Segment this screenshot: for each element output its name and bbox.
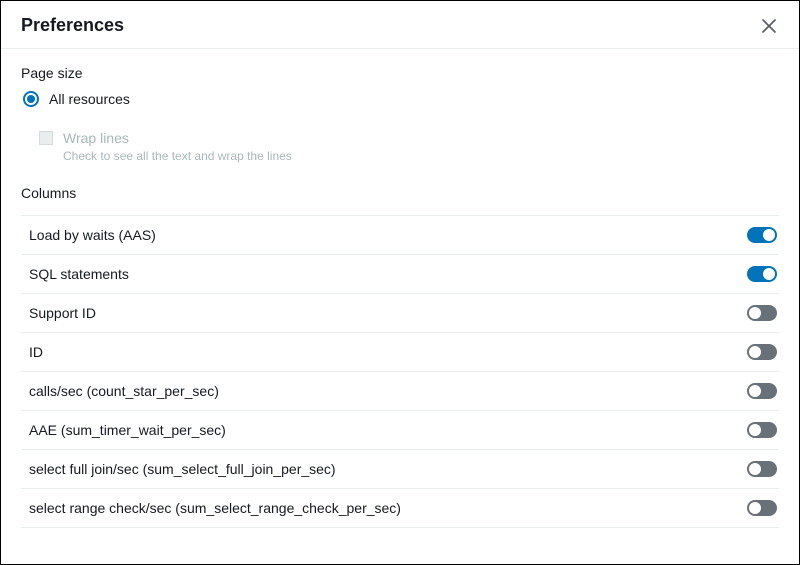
- column-label: ID: [29, 344, 43, 360]
- column-toggle[interactable]: [747, 500, 777, 516]
- page-size-option-all[interactable]: All resources: [23, 91, 779, 107]
- page-size-label: Page size: [21, 65, 779, 81]
- page-size-option-label: All resources: [49, 91, 130, 107]
- preferences-modal: Preferences Page size All resources Wrap…: [0, 0, 800, 565]
- toggle-knob-icon: [763, 268, 775, 280]
- column-label: AAE (sum_timer_wait_per_sec): [29, 422, 226, 438]
- column-row: select full join/sec (sum_select_full_jo…: [21, 450, 779, 489]
- wrap-lines-desc: Check to see all the text and wrap the l…: [63, 149, 292, 163]
- radio-selected-icon: [23, 91, 39, 107]
- toggle-knob-icon: [749, 463, 761, 475]
- toggle-knob-icon: [749, 307, 761, 319]
- wrap-lines-option: Wrap lines Check to see all the text and…: [39, 129, 779, 163]
- column-toggle[interactable]: [747, 305, 777, 321]
- toggle-knob-icon: [763, 229, 775, 241]
- column-row: Load by waits (AAS): [21, 216, 779, 255]
- column-row: SQL statements: [21, 255, 779, 294]
- column-label: calls/sec (count_star_per_sec): [29, 383, 219, 399]
- column-label: SQL statements: [29, 266, 129, 282]
- column-toggle[interactable]: [747, 227, 777, 243]
- column-row: calls/sec (count_star_per_sec): [21, 372, 779, 411]
- modal-header: Preferences: [1, 1, 799, 49]
- column-row: select range check/sec (sum_select_range…: [21, 489, 779, 528]
- column-toggle[interactable]: [747, 344, 777, 360]
- column-label: Support ID: [29, 305, 96, 321]
- column-toggle[interactable]: [747, 461, 777, 477]
- column-row: ID: [21, 333, 779, 372]
- columns-list: Load by waits (AAS) SQL statements Support…: [21, 215, 779, 528]
- column-label: Load by waits (AAS): [29, 227, 156, 243]
- modal-title: Preferences: [21, 15, 124, 36]
- column-row: AAE (sum_timer_wait_per_sec): [21, 411, 779, 450]
- columns-label: Columns: [21, 185, 779, 201]
- close-button[interactable]: [759, 16, 779, 36]
- checkbox-disabled-icon: [39, 131, 53, 145]
- wrap-lines-label: Wrap lines: [63, 129, 292, 147]
- toggle-knob-icon: [749, 346, 761, 358]
- toggle-knob-icon: [749, 424, 761, 436]
- column-toggle[interactable]: [747, 422, 777, 438]
- toggle-knob-icon: [749, 502, 761, 514]
- column-label: select full join/sec (sum_select_full_jo…: [29, 461, 336, 477]
- column-toggle[interactable]: [747, 383, 777, 399]
- column-label: select range check/sec (sum_select_range…: [29, 500, 401, 516]
- close-icon: [762, 19, 776, 33]
- column-toggle[interactable]: [747, 266, 777, 282]
- column-row: Support ID: [21, 294, 779, 333]
- toggle-knob-icon: [749, 385, 761, 397]
- modal-body: Page size All resources Wrap lines Check…: [1, 49, 799, 564]
